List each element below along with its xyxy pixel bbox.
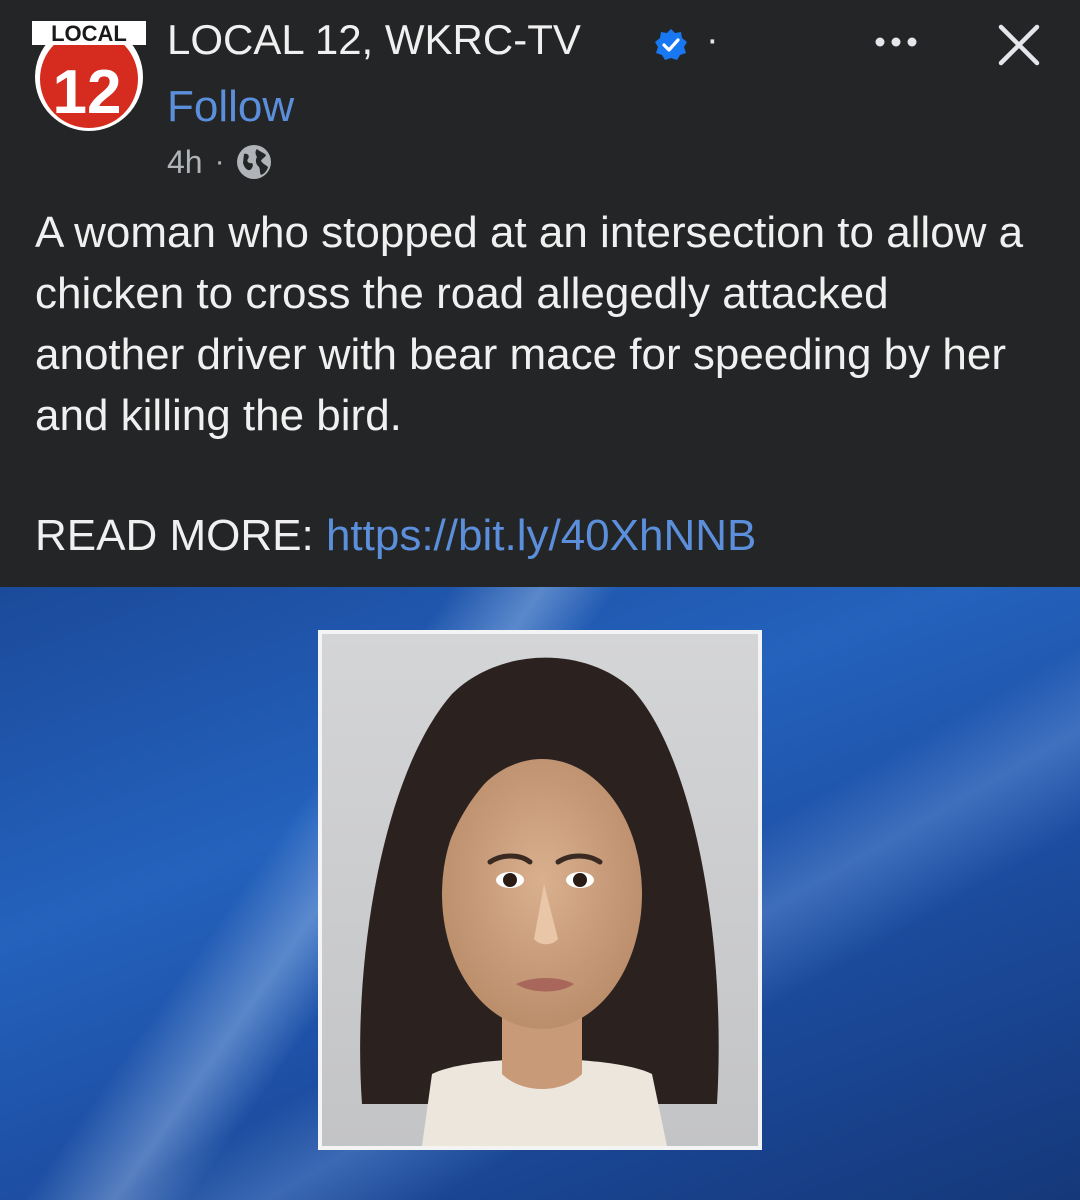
name-separator: · <box>706 19 719 61</box>
globe-icon <box>236 145 271 179</box>
post-header: LOCAL 12 LOCAL 12, WKRC-TV · Follow 4h · <box>0 0 1080 190</box>
read-more-line: READ MORE: https://bit.ly/40XhNNB <box>35 505 756 566</box>
follow-button[interactable]: Follow <box>167 80 294 134</box>
meta-separator: · <box>214 145 225 178</box>
page-avatar[interactable]: LOCAL 12 <box>32 17 146 131</box>
post-meta: 4h · <box>167 140 273 184</box>
verified-badge-icon <box>655 29 687 60</box>
close-icon[interactable] <box>994 20 1044 70</box>
post-timestamp[interactable]: 4h <box>167 142 203 182</box>
logo-local-text: LOCAL <box>51 21 127 46</box>
article-link[interactable]: https://bit.ly/40XhNNB <box>326 511 756 560</box>
more-options-icon[interactable] <box>868 24 924 60</box>
read-more-label: READ MORE: <box>35 511 314 560</box>
post-body-text: A woman who stopped at an intersection t… <box>35 208 1024 440</box>
logo-number-text: 12 <box>53 58 122 127</box>
mugshot-image <box>322 634 758 1146</box>
post-photo[interactable] <box>318 630 762 1150</box>
page-name[interactable]: LOCAL 12, WKRC-TV <box>167 14 581 66</box>
